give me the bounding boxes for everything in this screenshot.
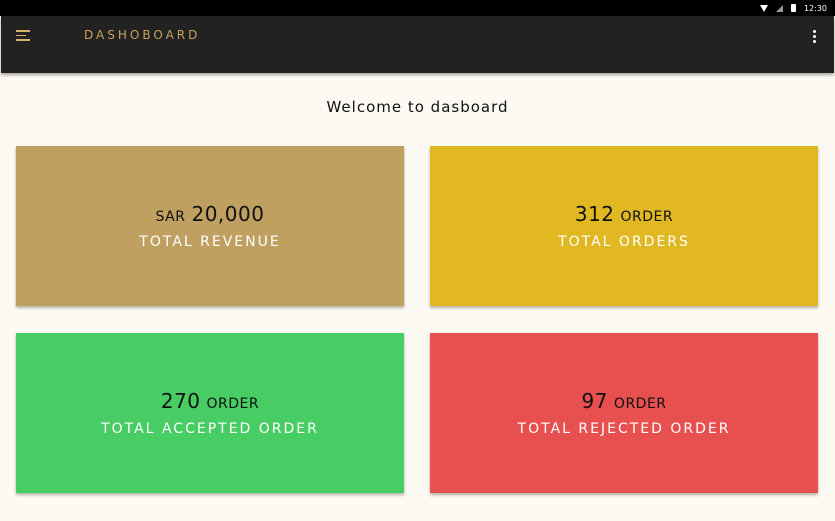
- total-revenue-card[interactable]: SAR 20,000 TOTAL REVENUE: [16, 146, 404, 306]
- card-number: 97: [581, 389, 608, 413]
- card-unit: ORDER: [613, 396, 667, 412]
- total-accepted-order-card[interactable]: 270 ORDER TOTAL ACCEPTED ORDER: [16, 333, 404, 493]
- card-label: TOTAL REJECTED ORDER: [517, 421, 731, 437]
- total-rejected-order-card[interactable]: 97 ORDER TOTAL REJECTED ORDER: [430, 333, 818, 493]
- card-label: TOTAL ORDERS: [558, 234, 690, 250]
- status-time: 12:30: [803, 3, 827, 13]
- signal-icon: [775, 4, 783, 12]
- card-unit: ORDER: [620, 209, 674, 225]
- card-value: 312 ORDER: [575, 202, 673, 226]
- card-unit: ORDER: [206, 396, 260, 412]
- menu-icon[interactable]: [16, 30, 30, 41]
- card-number: 20,000: [191, 202, 265, 226]
- more-options-icon[interactable]: [808, 29, 820, 43]
- status-bar: 12:30: [0, 0, 835, 16]
- wifi-icon: [759, 4, 768, 12]
- battery-icon: [790, 4, 796, 12]
- card-value: 270 ORDER: [161, 389, 259, 413]
- card-label: TOTAL REVENUE: [139, 234, 281, 250]
- app-bar: [1, 16, 834, 73]
- card-value: 97 ORDER: [581, 389, 666, 413]
- card-number: 270: [160, 389, 201, 413]
- total-orders-card[interactable]: 312 ORDER TOTAL ORDERS: [430, 146, 818, 306]
- card-value: SAR 20,000: [156, 202, 265, 226]
- card-label: TOTAL ACCEPTED ORDER: [101, 421, 319, 437]
- page-title: DASHOBOARD: [84, 28, 201, 42]
- card-currency: SAR: [155, 209, 186, 225]
- card-number: 312: [574, 202, 615, 226]
- welcome-heading: Welcome to dasboard: [326, 98, 509, 116]
